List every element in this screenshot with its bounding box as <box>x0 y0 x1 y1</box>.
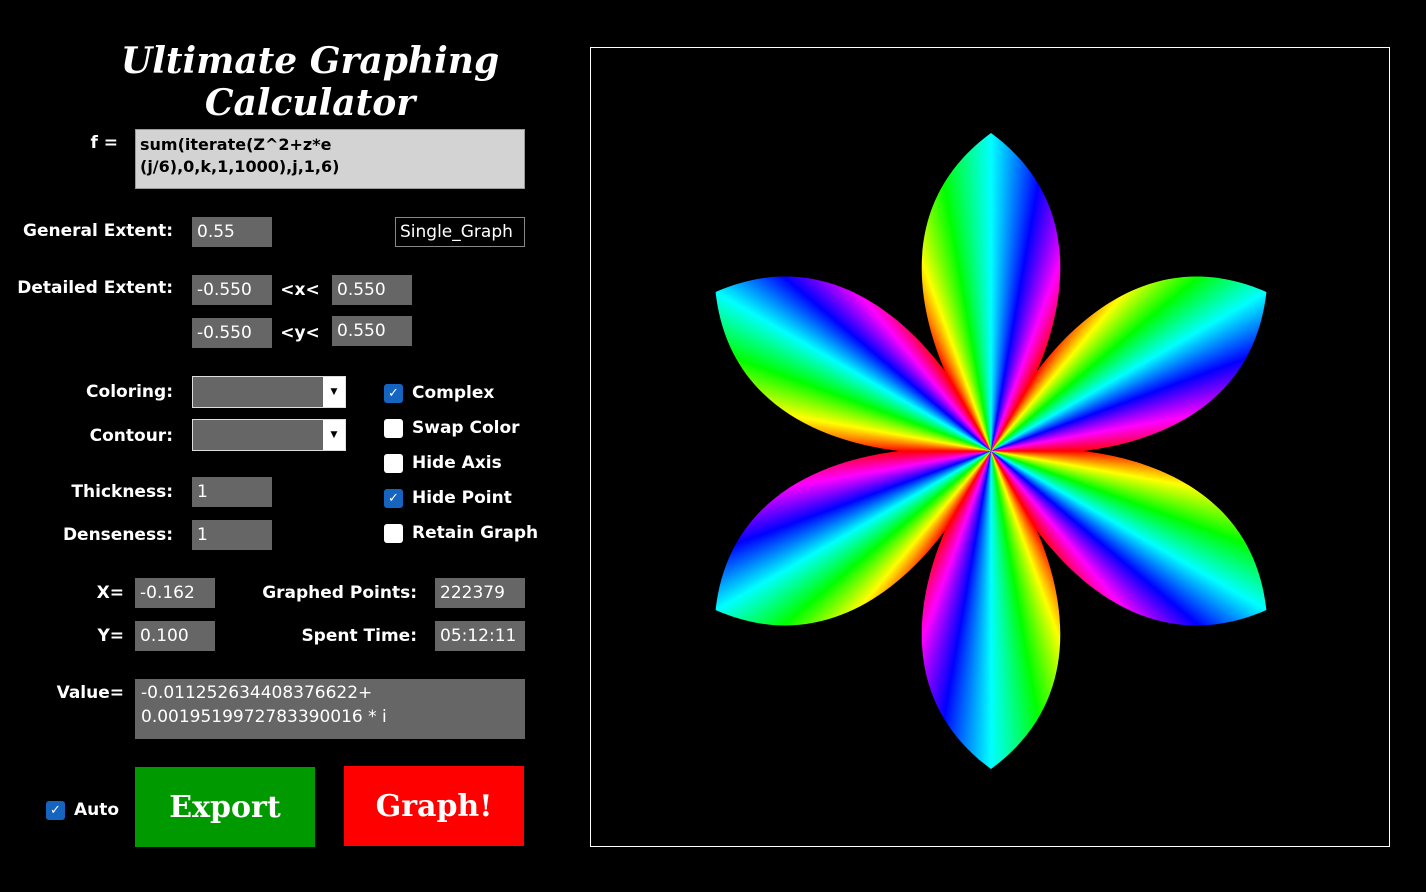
y-max-input[interactable]: 0.550 <box>332 316 412 346</box>
value-label: Value= <box>56 683 124 703</box>
auto-checkbox[interactable]: ✓ Auto <box>46 800 119 820</box>
checkbox-icon[interactable] <box>384 523 403 543</box>
graphed-points-value: 222379 <box>435 578 525 608</box>
x-min-input[interactable]: -0.550 <box>192 275 272 305</box>
option-hide-axis-checkbox[interactable]: Hide Axis <box>384 453 502 473</box>
export-button[interactable]: Export <box>135 767 315 847</box>
option-label: Swap Color <box>412 418 520 438</box>
general-extent-label: General Extent: <box>23 221 173 241</box>
contour-label: Contour: <box>89 426 173 446</box>
checkbox-icon[interactable] <box>384 453 403 473</box>
checkbox-icon[interactable]: ✓ <box>384 488 403 508</box>
spent-time-label: Spent Time: <box>301 626 417 646</box>
coloring-label: Coloring: <box>86 382 173 402</box>
formula-input[interactable]: sum(iterate(Z^2+z*e (j/6),0,k,1,1000),j,… <box>135 129 525 189</box>
detailed-extent-label: Detailed Extent: <box>17 278 173 298</box>
graphed-points-label: Graphed Points: <box>262 583 417 603</box>
option-hide-point-checkbox[interactable]: ✓ Hide Point <box>384 488 512 508</box>
coloring-dropdown[interactable]: ▼ <box>192 376 346 408</box>
formula-label: f = <box>90 133 118 153</box>
y-separator: <y< <box>280 323 320 343</box>
general-extent-input[interactable]: 0.55 <box>192 217 272 247</box>
chevron-down-icon[interactable]: ▼ <box>323 420 345 450</box>
x-value: -0.162 <box>135 578 215 608</box>
option-retain-graph-checkbox[interactable]: Retain Graph <box>384 523 538 543</box>
spent-time-value: 05:12:11 <box>435 621 525 651</box>
graph-canvas[interactable] <box>590 47 1390 847</box>
y-min-input[interactable]: -0.550 <box>192 318 272 348</box>
x-label: X= <box>96 583 124 603</box>
app-title: Ultimate Graphing Calculator <box>120 40 500 124</box>
option-label: Hide Point <box>412 488 512 508</box>
denseness-input[interactable]: 1 <box>192 520 272 550</box>
thickness-label: Thickness: <box>71 482 173 502</box>
option-label: Hide Axis <box>412 453 502 473</box>
fractal-flower-plot <box>591 48 1389 846</box>
y-label: Y= <box>97 626 124 646</box>
graph-button[interactable]: Graph! <box>344 766 524 846</box>
x-separator: <x< <box>280 280 320 300</box>
checkmark-icon[interactable]: ✓ <box>46 800 65 820</box>
option-label: Complex <box>412 383 495 403</box>
option-label: Retain Graph <box>412 523 539 543</box>
option-swap-color-checkbox[interactable]: Swap Color <box>384 418 520 438</box>
mode-select[interactable]: Single_Graph <box>395 217 525 247</box>
value-output: -0.011252634408376622+ 0.001951997278339… <box>135 679 525 739</box>
contour-dropdown[interactable]: ▼ <box>192 419 346 451</box>
checkbox-icon[interactable] <box>384 418 403 438</box>
checkbox-icon[interactable]: ✓ <box>384 383 403 403</box>
x-max-input[interactable]: 0.550 <box>332 275 412 305</box>
auto-label: Auto <box>74 800 120 820</box>
option-complex-checkbox[interactable]: ✓ Complex <box>384 383 494 403</box>
denseness-label: Denseness: <box>62 525 173 545</box>
chevron-down-icon[interactable]: ▼ <box>323 377 345 407</box>
thickness-input[interactable]: 1 <box>192 477 272 507</box>
y-value: 0.100 <box>135 621 215 651</box>
